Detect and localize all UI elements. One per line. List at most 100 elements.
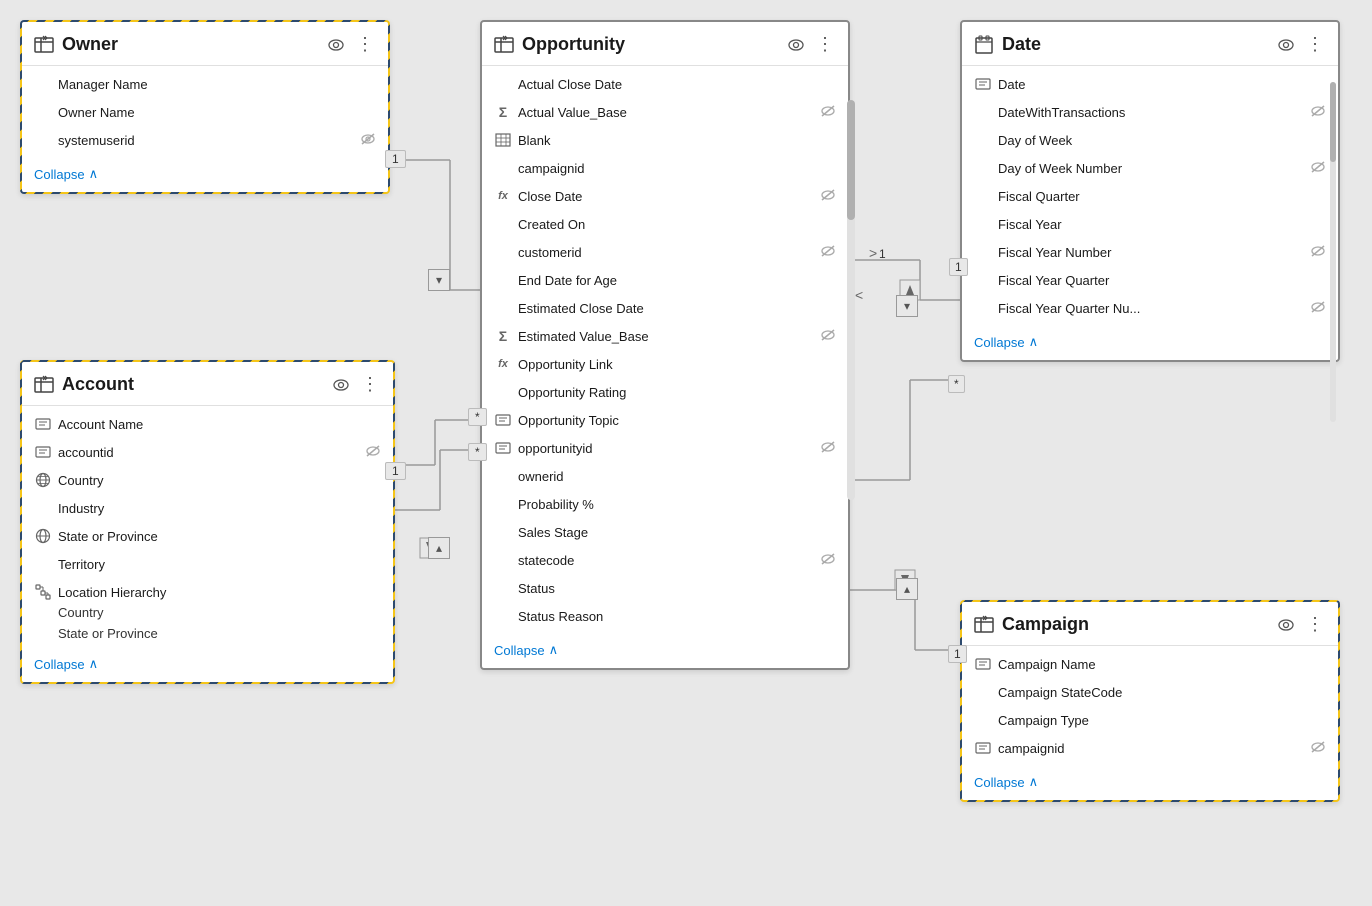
account-visibility-btn[interactable]: [331, 375, 351, 395]
sigma-icon-1: Σ: [494, 104, 512, 120]
fx-icon-2: fx: [494, 358, 512, 370]
table-icon-1: [494, 133, 512, 147]
date-more-btn[interactable]: ⋮: [1304, 32, 1326, 57]
campaign-table: Campaign ⋮: [960, 600, 1340, 802]
date-title: Date: [1002, 34, 1268, 55]
date-fields: Date DateWithTransactions Day of Week Da…: [962, 66, 1338, 326]
field-campaign-statecode: Campaign StateCode: [962, 678, 1338, 706]
account-title: Account: [62, 374, 323, 395]
owner-visibility-btn[interactable]: [326, 35, 346, 55]
date-visibility-btn[interactable]: [1276, 35, 1296, 55]
date-scrollbar-thumb[interactable]: [1330, 82, 1336, 162]
actual-value-hidden[interactable]: [820, 104, 836, 121]
field-fiscal-quarter: Fiscal Quarter: [962, 182, 1338, 210]
account-collapse-arrow: ∧: [89, 656, 99, 672]
owner-header-actions: ⋮: [326, 32, 376, 57]
account-collapse-btn[interactable]: Collapse ∧: [22, 648, 393, 682]
close-date-hidden[interactable]: [820, 188, 836, 205]
opportunity-fields: Actual Close Date Σ Actual Value_Base: [482, 66, 848, 634]
campaign-table-icon: [974, 615, 994, 635]
location-hierarchy-group: Location Hierarchy: [22, 580, 393, 602]
fiscal-year-qtr-nu-hidden[interactable]: [1310, 300, 1326, 317]
opportunity-scrollbar-thumb[interactable]: [847, 100, 855, 220]
sigma-icon-2: Σ: [494, 328, 512, 344]
field-date: Date: [962, 70, 1338, 98]
text-icon-opp: [494, 413, 512, 427]
accountid-icon: [34, 445, 52, 459]
field-opportunity-topic: Opportunity Topic: [482, 406, 848, 434]
opportunity-more-btn[interactable]: ⋮: [814, 32, 836, 57]
field-customerid: customerid: [482, 238, 848, 266]
field-industry: Industry: [22, 494, 393, 522]
field-campaignid: campaignid: [482, 154, 848, 182]
hierarchy-icon: [34, 584, 52, 600]
field-ownerid: ownerid: [482, 462, 848, 490]
day-week-num-hidden[interactable]: [1310, 160, 1326, 177]
text-icon-2: [494, 441, 512, 455]
account-header-actions: ⋮: [331, 372, 381, 397]
fiscal-year-num-hidden[interactable]: [1310, 244, 1326, 261]
sub-field-country: Country: [22, 602, 393, 623]
opportunityid-hidden[interactable]: [820, 440, 836, 457]
date-with-trans-hidden[interactable]: [1310, 104, 1326, 121]
owner-table: Owner ⋮ Manager Name Owner Name: [20, 20, 390, 194]
svg-text:1: 1: [879, 247, 886, 261]
field-opportunity-rating: Opportunity Rating: [482, 378, 848, 406]
owner-opp-connector-arrow: ▾: [428, 269, 450, 291]
opportunity-header: Opportunity ⋮: [482, 22, 848, 66]
svg-text:>: >: [869, 245, 877, 261]
field-status: Status: [482, 574, 848, 602]
field-day-of-week-number: Day of Week Number: [962, 154, 1338, 182]
opportunity-table: Opportunity ⋮ Actual Close Date Σ Actual: [480, 20, 850, 670]
opportunity-title: Opportunity: [522, 34, 778, 55]
opportunity-visibility-btn[interactable]: [786, 35, 806, 55]
est-value-hidden[interactable]: [820, 328, 836, 345]
account-fields: Account Name accountid: [22, 406, 393, 648]
statecode-hidden[interactable]: [820, 552, 836, 569]
campaignid-hidden[interactable]: [1310, 740, 1326, 757]
account-table: Account ⋮: [20, 360, 395, 684]
date-connector-arrow: ▾: [896, 295, 918, 317]
field-territory: Territory: [22, 550, 393, 578]
field-blank: Blank: [482, 126, 848, 154]
field-country: Country: [22, 466, 393, 494]
campaign-header-actions: ⋮: [1276, 612, 1326, 637]
date-collapse-btn[interactable]: Collapse ∧: [962, 326, 1338, 360]
owner-title: Owner: [62, 34, 318, 55]
field-sales-stage: Sales Stage: [482, 518, 848, 546]
field-probability: Probability %: [482, 490, 848, 518]
campaign-name-icon: [974, 657, 992, 671]
owner-header: Owner ⋮: [22, 22, 388, 66]
owner-collapse-btn[interactable]: Collapse ∧: [22, 158, 388, 192]
account-opp-connector-arrow: ▴: [428, 537, 450, 559]
opportunity-collapse-arrow: ∧: [549, 642, 559, 658]
account-name-icon: [34, 417, 52, 431]
date-table: Date ⋮ D: [960, 20, 1340, 362]
date-text-icon: [974, 77, 992, 91]
field-actual-close-date: Actual Close Date: [482, 70, 848, 98]
campaign-collapse-btn[interactable]: Collapse ∧: [962, 766, 1338, 800]
field-est-value-base: Σ Estimated Value_Base: [482, 322, 848, 350]
campaign-title: Campaign: [1002, 614, 1268, 635]
campaign-id-icon: [974, 741, 992, 755]
opportunity-collapse-btn[interactable]: Collapse ∧: [482, 634, 848, 668]
campaign-visibility-btn[interactable]: [1276, 615, 1296, 635]
field-account-name: Account Name: [22, 410, 393, 438]
campaign-more-btn[interactable]: ⋮: [1304, 612, 1326, 637]
owner-fields: Manager Name Owner Name systemuserid: [22, 66, 388, 158]
owner-more-btn[interactable]: ⋮: [354, 32, 376, 57]
date-header-actions: ⋮: [1276, 32, 1326, 57]
accountid-hidden-icon[interactable]: [365, 444, 381, 461]
field-opportunityid: opportunityid: [482, 434, 848, 462]
account-more-btn[interactable]: ⋮: [359, 372, 381, 397]
field-end-date-age: End Date for Age: [482, 266, 848, 294]
date-header: Date ⋮: [962, 22, 1338, 66]
field-opportunity-link: fx Opportunity Link: [482, 350, 848, 378]
customerid-hidden[interactable]: [820, 244, 836, 261]
opportunity-header-actions: ⋮: [786, 32, 836, 57]
account-header: Account ⋮: [22, 362, 393, 406]
systemuserid-hidden-icon[interactable]: [360, 132, 376, 149]
state-icon: [34, 528, 52, 544]
field-actual-value-base: Σ Actual Value_Base: [482, 98, 848, 126]
campaign-fields: Campaign Name Campaign StateCode Campaig…: [962, 646, 1338, 766]
